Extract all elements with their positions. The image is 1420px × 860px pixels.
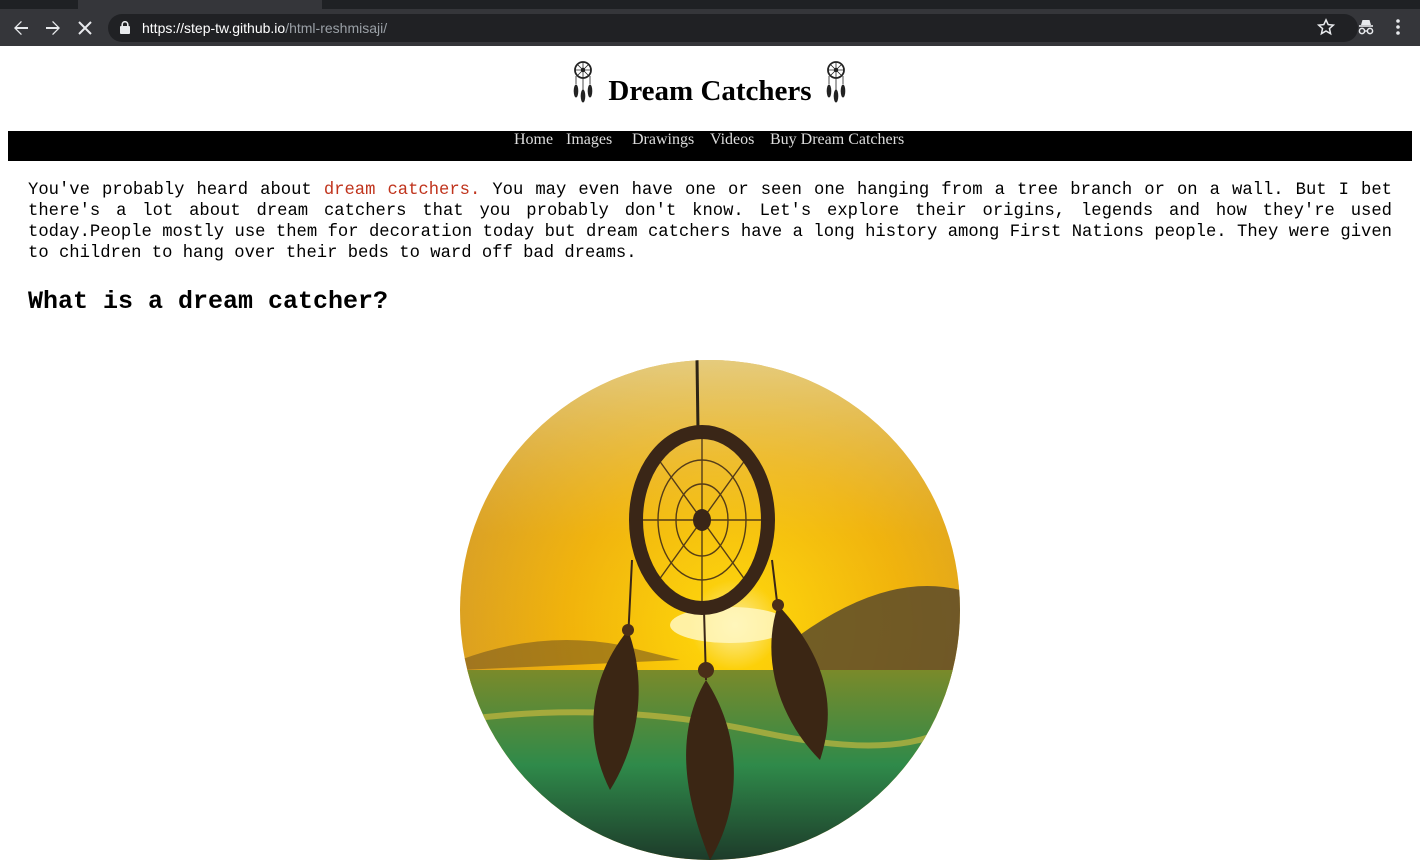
stop-loading-button[interactable] xyxy=(72,15,98,41)
back-arrow-icon xyxy=(14,21,28,35)
lock-icon xyxy=(120,21,130,34)
forward-button[interactable] xyxy=(40,15,66,41)
browser-toolbar: https://step-tw.github.io/html-reshmisaj… xyxy=(0,9,1420,46)
nav-buy-dream-catchers[interactable]: Buy Dream Catchers xyxy=(770,131,904,149)
site-title: Dream Catchers xyxy=(608,75,812,107)
nav-home[interactable]: Home xyxy=(514,131,553,149)
dream-catchers-link[interactable]: dream catchers. xyxy=(324,181,480,200)
stop-loading-icon xyxy=(78,21,92,35)
intro-text-start: You've probably heard about xyxy=(28,181,324,200)
forward-arrow-icon xyxy=(46,21,60,35)
sunset-dream-catcher-image xyxy=(460,360,960,860)
active-tab[interactable] xyxy=(78,0,322,9)
dream-catcher-photo xyxy=(460,360,960,860)
incognito-icon[interactable] xyxy=(1357,18,1375,36)
back-button[interactable] xyxy=(8,15,34,41)
nav-drawings[interactable]: Drawings xyxy=(632,131,694,149)
url-text[interactable]: https://step-tw.github.io/html-reshmisaj… xyxy=(142,20,387,36)
url-path: /html-reshmisaji/ xyxy=(285,20,388,36)
bookmark-star-icon[interactable] xyxy=(1317,18,1335,36)
main-nav: Home Images Drawings Videos Buy Dream Ca… xyxy=(8,131,1412,161)
section-heading: What is a dream catcher? xyxy=(28,287,389,316)
url-host: https://step-tw.github.io xyxy=(142,20,286,36)
tab-strip xyxy=(0,0,1420,9)
nav-videos[interactable]: Videos xyxy=(710,131,754,149)
nav-images[interactable]: Images xyxy=(566,131,612,149)
site-header: Dream Catchers xyxy=(0,46,1420,131)
dream-catcher-logo-icon xyxy=(826,61,846,103)
address-bar[interactable]: https://step-tw.github.io/html-reshmisaj… xyxy=(108,14,1358,42)
more-menu-icon[interactable] xyxy=(1394,18,1402,36)
intro-paragraph: You've probably heard about dream catche… xyxy=(28,180,1392,264)
